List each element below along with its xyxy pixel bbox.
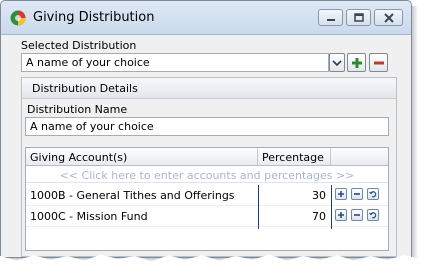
- close-icon: [384, 13, 394, 23]
- table-row[interactable]: 1000B - General Tithes and Offerings 30: [26, 185, 388, 206]
- chevron-down-icon: [332, 60, 342, 67]
- remove-distribution-button[interactable]: [369, 53, 388, 72]
- grid-column-divider: [258, 185, 259, 229]
- app-logo-icon: [10, 10, 26, 26]
- window-title: Giving Distribution: [33, 10, 155, 25]
- distribution-details-header: Distribution Details: [22, 78, 396, 99]
- maximize-button[interactable]: [346, 9, 371, 26]
- close-button[interactable]: [374, 9, 403, 26]
- undo-icon: [369, 212, 377, 219]
- accounts-grid: Giving Account(s) Percentage << Click he…: [25, 147, 389, 251]
- minus-icon: [374, 61, 384, 65]
- table-row[interactable]: 1000C - Mission Fund 70: [26, 206, 388, 227]
- percentage-cell[interactable]: 30: [258, 189, 326, 202]
- distribution-dropdown-button[interactable]: [329, 53, 345, 72]
- row-undo-button[interactable]: [367, 209, 379, 221]
- maximize-icon: [354, 13, 364, 22]
- plus-icon: [352, 58, 362, 68]
- minus-icon: [354, 214, 360, 216]
- account-cell[interactable]: 1000C - Mission Fund: [30, 210, 148, 223]
- add-distribution-button[interactable]: [347, 53, 366, 72]
- plus-icon: [338, 191, 344, 197]
- undo-icon: [369, 191, 377, 198]
- minus-icon: [354, 193, 360, 195]
- distribution-details-title: Distribution Details: [32, 82, 138, 95]
- row-undo-button[interactable]: [367, 188, 379, 200]
- row-remove-button[interactable]: [351, 188, 363, 200]
- column-header-actions: [331, 148, 388, 166]
- row-add-button[interactable]: [335, 209, 347, 221]
- plus-icon: [338, 212, 344, 218]
- column-header-percentage[interactable]: Percentage: [258, 148, 331, 166]
- selected-distribution-field[interactable]: A name of your choice: [21, 53, 329, 72]
- minimize-icon: [327, 19, 335, 21]
- grid-column-divider: [331, 185, 332, 229]
- giving-distribution-window: Giving Distribution Selected Distributio…: [0, 0, 412, 258]
- row-add-button[interactable]: [335, 188, 347, 200]
- new-row-placeholder[interactable]: << Click here to enter accounts and perc…: [26, 167, 388, 183]
- percentage-cell[interactable]: 70: [258, 210, 326, 223]
- title-bar[interactable]: Giving Distribution: [1, 1, 411, 35]
- distribution-name-input[interactable]: A name of your choice: [25, 117, 389, 136]
- minimize-button[interactable]: [318, 9, 343, 26]
- account-cell[interactable]: 1000B - General Tithes and Offerings: [30, 189, 235, 202]
- column-header-accounts[interactable]: Giving Account(s): [26, 148, 258, 166]
- row-remove-button[interactable]: [351, 209, 363, 221]
- distribution-name-label: Distribution Name: [27, 103, 128, 116]
- window-shadow-right: [412, 6, 418, 260]
- selected-distribution-label: Selected Distribution: [21, 39, 137, 52]
